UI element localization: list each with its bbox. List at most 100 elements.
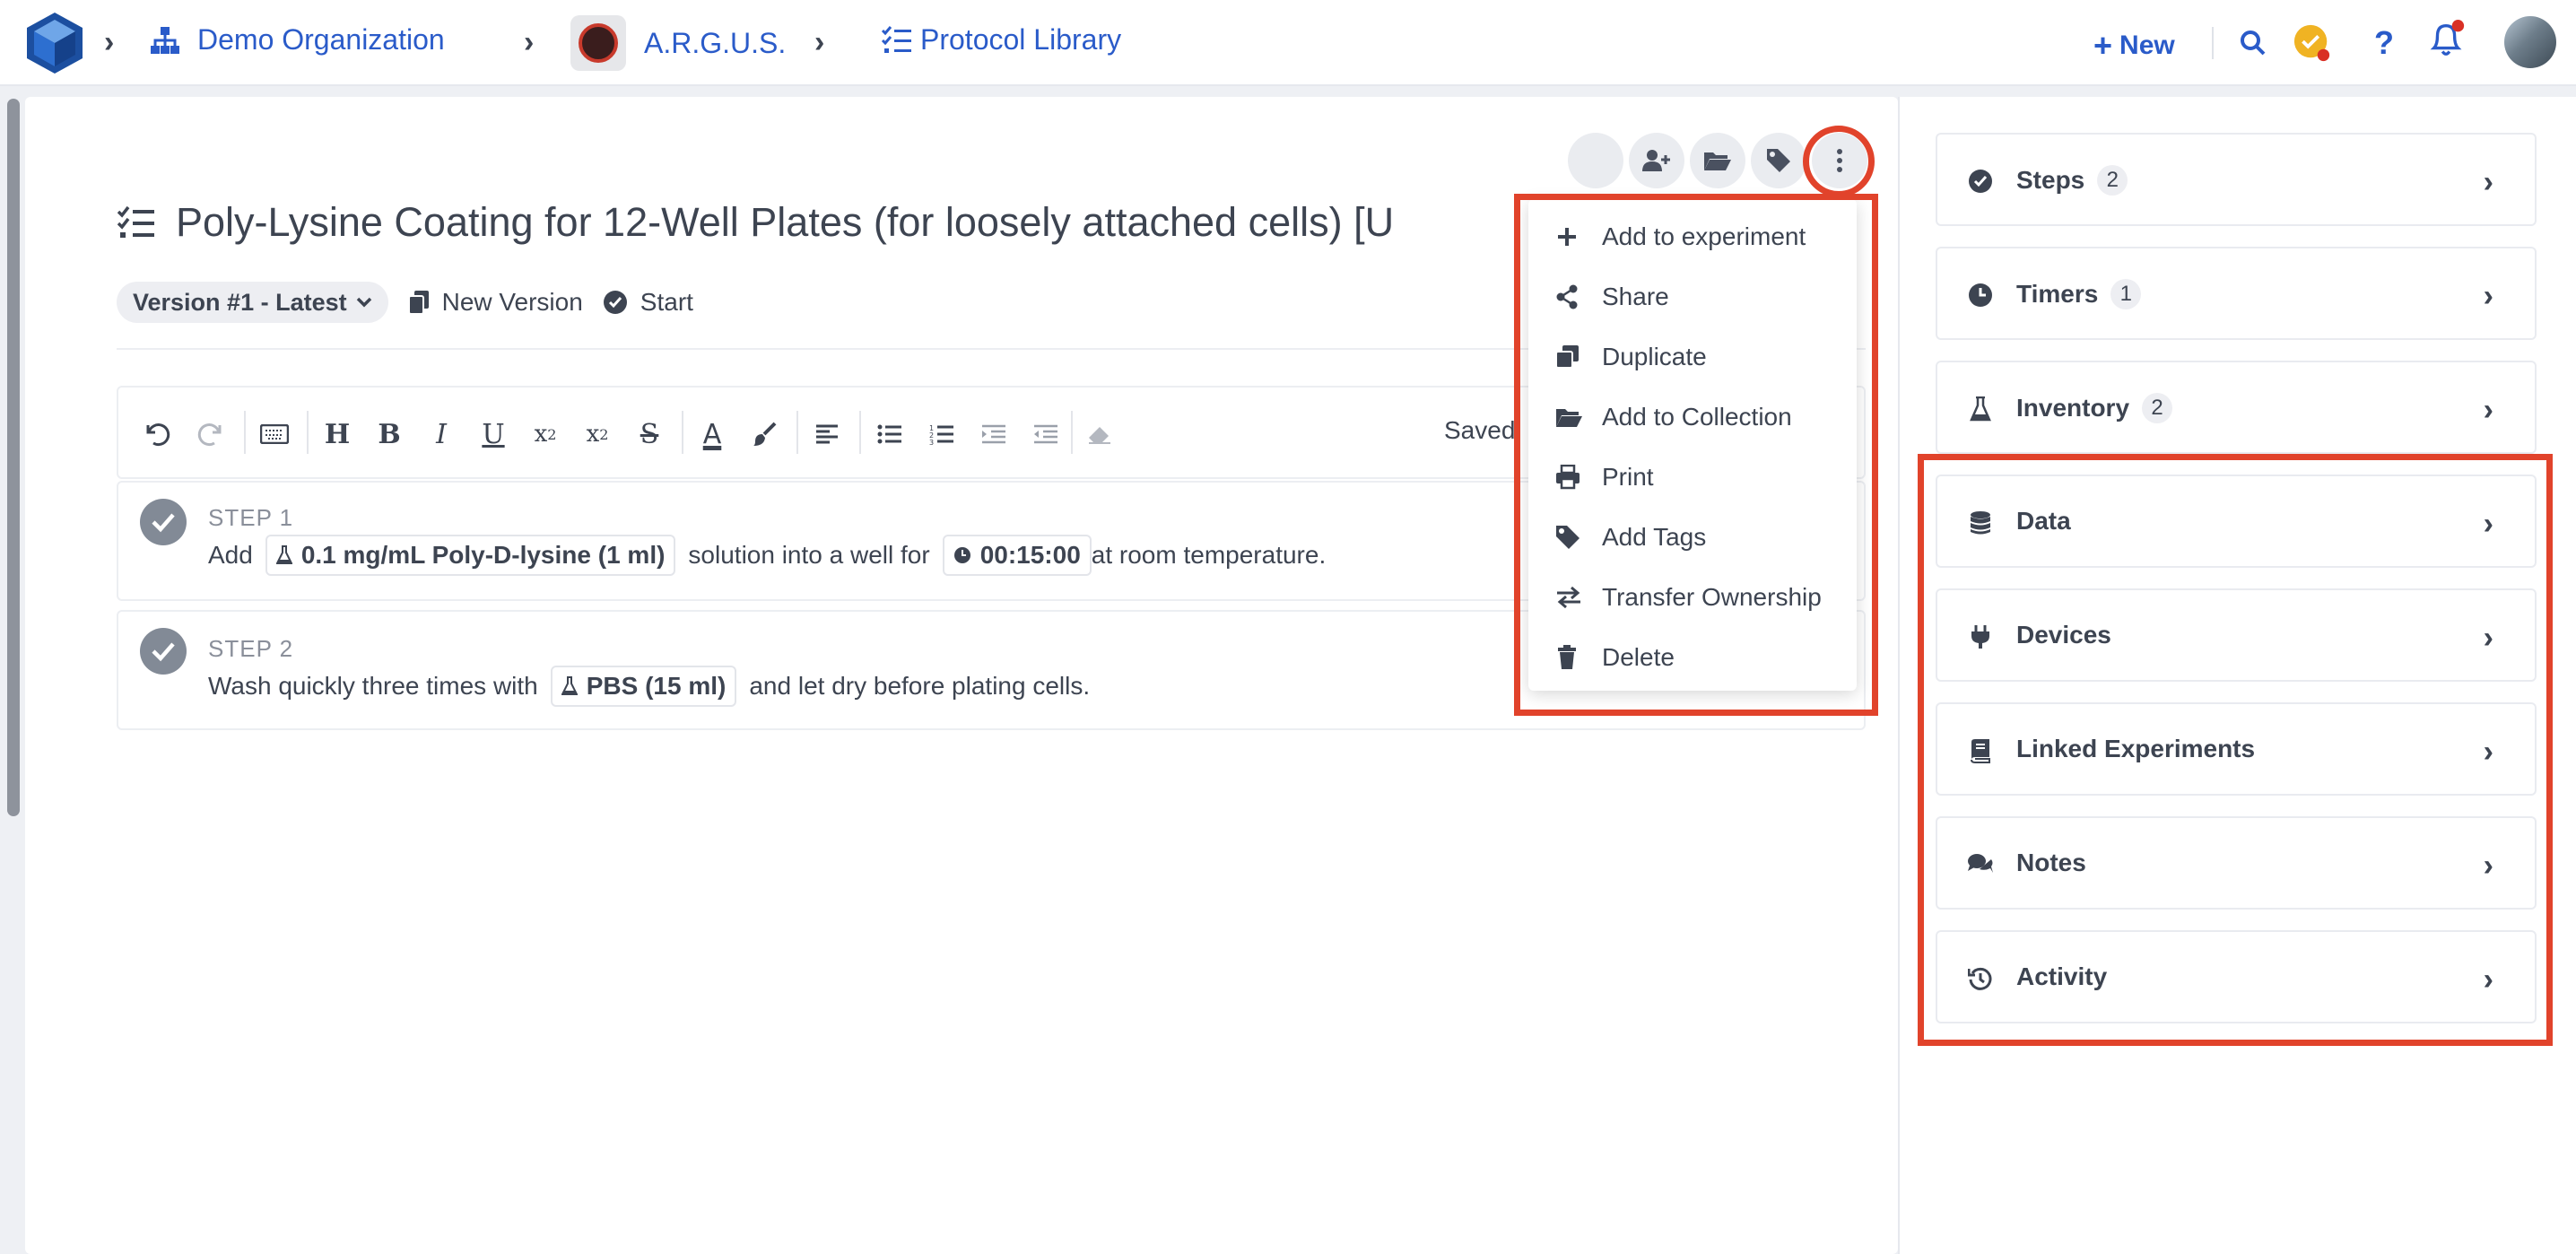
check-circle-icon — [603, 291, 627, 314]
chevron-down-icon — [356, 297, 371, 308]
copy-icon — [407, 291, 429, 315]
section-label: Timers 1 — [2016, 279, 2142, 309]
heading-icon[interactable]: H — [316, 413, 359, 456]
notifications-bell-icon[interactable] — [2427, 20, 2467, 59]
breadcrumb-library-label: Protocol Library — [920, 23, 1122, 56]
breadcrumb-project[interactable]: A.R.G.U.S. — [570, 15, 786, 71]
step-text-part: Wash quickly three times with — [208, 672, 538, 700]
app-logo[interactable] — [25, 11, 84, 75]
toolbar-divider — [682, 411, 683, 454]
section-title: Inventory — [2016, 394, 2130, 422]
chevron-right-icon: › — [2483, 165, 2493, 199]
underline-icon[interactable]: U — [472, 413, 515, 456]
step-complete-icon[interactable] — [140, 628, 187, 675]
numbered-list-icon[interactable]: 123 — [920, 413, 963, 456]
chevron-right-icon: › — [2483, 393, 2493, 427]
topbar-divider — [2212, 27, 2214, 59]
flask-icon — [561, 676, 578, 695]
count-badge: 2 — [2142, 393, 2173, 423]
count-badge: 2 — [2097, 165, 2128, 196]
scrollbar[interactable] — [7, 99, 20, 816]
section-timers[interactable]: Timers 1 › — [1936, 247, 2537, 340]
timer-chip[interactable]: 00:15:00 — [942, 535, 1092, 576]
inventory-chip-label: PBS (15 ml) — [586, 672, 727, 700]
search-icon[interactable] — [2233, 23, 2273, 63]
section-title: Timers — [2016, 280, 2099, 308]
bold-icon[interactable]: B — [368, 413, 411, 456]
breadcrumb-project-label: A.R.G.U.S. — [644, 26, 787, 59]
owner-avatar[interactable] — [1568, 133, 1623, 188]
chevron-right-icon: › — [2483, 279, 2493, 313]
inventory-chip[interactable]: 0.1 mg/mL Poly-D-lysine (1 ml) — [265, 535, 676, 576]
undo-icon[interactable] — [136, 413, 179, 456]
clock-icon — [953, 547, 970, 563]
align-left-icon[interactable] — [805, 413, 849, 456]
clear-format-eraser-icon[interactable] — [1078, 413, 1121, 456]
superscript-icon[interactable]: x2 — [576, 413, 619, 456]
user-avatar[interactable] — [2504, 16, 2556, 68]
text-color-icon[interactable]: A — [691, 413, 734, 456]
inventory-chip[interactable]: PBS (15 ml) — [550, 666, 737, 707]
toolbar-divider — [307, 411, 309, 454]
toolbar-divider — [859, 411, 861, 454]
highlight-circle — [1803, 126, 1875, 197]
add-user-icon[interactable] — [1629, 133, 1684, 188]
new-button[interactable]: + New — [2093, 27, 2175, 65]
start-button[interactable]: Start — [603, 288, 693, 317]
step-label: STEP 2 — [208, 635, 294, 662]
breadcrumb-org[interactable]: Demo Organization — [149, 23, 445, 57]
protocol-title[interactable]: Poly-Lysine Coating for 12-Well Plates (… — [176, 199, 1394, 246]
outdent-icon[interactable] — [1024, 413, 1067, 456]
step-text-part: solution into a well for — [688, 541, 930, 569]
bullet-list-icon[interactable] — [868, 413, 911, 456]
inventory-chip-label: 0.1 mg/mL Poly-D-lysine (1 ml) — [300, 541, 666, 569]
version-selector[interactable]: Version #1 - Latest — [117, 282, 388, 323]
section-label: Steps 2 — [2016, 165, 2128, 196]
breadcrumb-library[interactable]: Protocol Library — [881, 23, 1121, 57]
folder-open-icon[interactable] — [1690, 133, 1745, 188]
step-text-part: Add — [208, 541, 253, 569]
step-complete-icon[interactable] — [140, 499, 187, 545]
clock-icon — [1966, 281, 1995, 309]
top-bar: › Demo Organization › A.R.G.U.S. › Proto… — [0, 0, 2576, 86]
breadcrumb-org-label: Demo Organization — [197, 23, 445, 56]
subscript-icon[interactable]: x2 — [524, 413, 567, 456]
step-text-part: at room temperature. — [1091, 541, 1327, 569]
toolbar-divider — [244, 411, 246, 454]
highlight-box-menu — [1514, 194, 1878, 716]
new-version-button[interactable]: New Version — [407, 288, 583, 317]
section-title: Steps — [2016, 166, 2085, 194]
breadcrumb-chevron-icon: › — [814, 25, 825, 59]
section-label: Inventory 2 — [2016, 393, 2173, 423]
toolbar-divider — [796, 411, 798, 454]
sitemap-icon — [151, 26, 179, 54]
highlight-brush-icon[interactable] — [743, 413, 786, 456]
new-button-label: New — [2119, 30, 2175, 60]
breadcrumb-chevron-icon: › — [524, 25, 535, 59]
version-row: Version #1 - Latest New Version Start — [117, 282, 693, 323]
timer-chip-label: 00:15:00 — [979, 541, 1081, 569]
help-icon[interactable]: ? — [2364, 23, 2404, 63]
check-circle-icon — [1966, 167, 1995, 196]
section-steps[interactable]: Steps 2 › — [1936, 133, 2537, 226]
flask-icon — [275, 545, 292, 564]
step-text: Wash quickly three times with PBS (15 ml… — [208, 666, 1090, 707]
task-list-icon — [881, 25, 911, 53]
breadcrumb-chevron-icon: › — [104, 25, 115, 59]
svg-text:3: 3 — [929, 439, 934, 445]
project-logo — [570, 15, 626, 71]
new-version-label: New Version — [441, 288, 583, 316]
start-label: Start — [640, 288, 693, 316]
redo-icon[interactable] — [188, 413, 231, 456]
version-label: Version #1 - Latest — [133, 288, 347, 316]
section-inventory[interactable]: Inventory 2 › — [1936, 361, 2537, 454]
tags-icon[interactable] — [1751, 133, 1806, 188]
indent-icon[interactable] — [972, 413, 1015, 456]
italic-icon[interactable]: I — [420, 413, 463, 456]
keyboard-icon[interactable] — [253, 413, 296, 456]
step-label: STEP 1 — [208, 504, 294, 531]
step-text-part: and let dry before plating cells. — [749, 672, 1091, 700]
flask-icon — [1966, 395, 1995, 423]
strikethrough-icon[interactable]: S — [628, 413, 671, 456]
tasks-status-icon[interactable] — [2293, 23, 2332, 63]
